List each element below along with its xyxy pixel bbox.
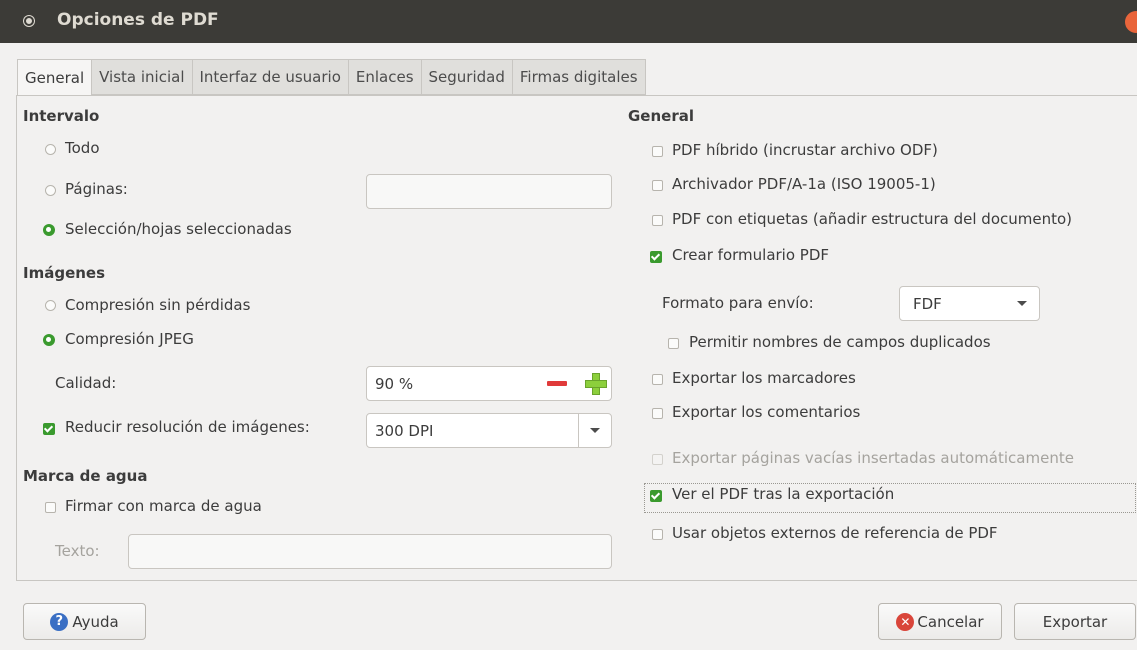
reducir-checkbox[interactable] xyxy=(43,423,55,435)
chevron-down-icon[interactable] xyxy=(1017,301,1027,306)
window-menu-icon[interactable] xyxy=(24,16,34,26)
formato-select[interactable]: FDF xyxy=(899,286,1040,321)
comentarios-checkbox[interactable] xyxy=(652,408,663,419)
intervalo-heading: Intervalo xyxy=(23,107,100,125)
tab-general[interactable]: General xyxy=(17,59,93,96)
increase-icon[interactable] xyxy=(585,373,607,395)
etiquetas-label[interactable]: PDF con etiquetas (añadir estructura del… xyxy=(672,210,1072,228)
seleccion-radio[interactable] xyxy=(43,224,55,236)
tab-enlaces[interactable]: Enlaces xyxy=(348,59,422,95)
jpeg-label[interactable]: Compresión JPEG xyxy=(65,330,194,348)
title-bar: Opciones de PDF xyxy=(0,0,1137,43)
formulario-checkbox[interactable] xyxy=(650,251,662,263)
todo-radio[interactable] xyxy=(45,144,56,155)
tab-firmas-digitales[interactable]: Firmas digitales xyxy=(512,59,646,95)
paginas-vacias-checkbox xyxy=(652,454,663,465)
ver-pdf-checkbox[interactable] xyxy=(650,490,662,502)
marca-heading: Marca de agua xyxy=(23,467,148,485)
referencia-label[interactable]: Usar objetos externos de referencia de P… xyxy=(672,524,998,542)
export-button[interactable]: Exportar xyxy=(1014,603,1136,640)
calidad-label: Calidad: xyxy=(55,374,117,392)
firmar-checkbox[interactable] xyxy=(45,502,56,513)
general-heading: General xyxy=(628,107,694,125)
tab-vista-inicial[interactable]: Vista inicial xyxy=(92,59,193,95)
dpi-select[interactable]: 300 DPI xyxy=(366,413,612,448)
formulario-label[interactable]: Crear formulario PDF xyxy=(672,246,829,264)
calidad-spinbox[interactable]: 90 % xyxy=(366,366,612,401)
paginas-vacias-label: Exportar páginas vacías insertadas autom… xyxy=(672,449,1074,467)
formato-value: FDF xyxy=(913,295,942,313)
reducir-label[interactable]: Reducir resolución de imágenes: xyxy=(65,418,310,436)
duplicados-label[interactable]: Permitir nombres de campos duplicados xyxy=(689,333,991,351)
tab-seguridad[interactable]: Seguridad xyxy=(421,59,513,95)
comentarios-label[interactable]: Exportar los comentarios xyxy=(672,403,860,421)
marcadores-checkbox[interactable] xyxy=(652,374,663,385)
seleccion-label[interactable]: Selección/hojas seleccionadas xyxy=(65,220,292,238)
calidad-value: 90 % xyxy=(375,375,414,393)
paginas-radio[interactable] xyxy=(45,185,56,196)
close-icon[interactable] xyxy=(1125,11,1137,33)
cancel-button-label: Cancelar xyxy=(917,612,984,631)
tab-bar: General Vista inicial Interfaz de usuari… xyxy=(17,59,646,96)
help-button[interactable]: ? Ayuda xyxy=(23,603,146,640)
cancel-button[interactable]: ✕ Cancelar xyxy=(878,603,1002,640)
export-button-label: Exportar xyxy=(1042,612,1108,631)
paginas-input[interactable] xyxy=(366,174,612,209)
firmar-label[interactable]: Firmar con marca de agua xyxy=(65,497,262,515)
marcadores-label[interactable]: Exportar los marcadores xyxy=(672,369,856,387)
dpi-value: 300 DPI xyxy=(375,422,434,440)
todo-label[interactable]: Todo xyxy=(65,139,100,157)
window-title: Opciones de PDF xyxy=(57,10,219,30)
ver-pdf-label[interactable]: Ver el PDF tras la exportación xyxy=(672,485,894,503)
decrease-icon[interactable] xyxy=(547,381,567,386)
imagenes-heading: Imágenes xyxy=(23,264,106,282)
duplicados-checkbox[interactable] xyxy=(668,338,679,349)
referencia-checkbox[interactable] xyxy=(652,529,663,540)
tab-interfaz-de-usuario[interactable]: Interfaz de usuario xyxy=(192,59,349,95)
texto-label: Texto: xyxy=(55,542,100,560)
hibrido-checkbox[interactable] xyxy=(652,146,663,157)
help-button-label: Ayuda xyxy=(72,612,119,631)
archivador-checkbox[interactable] xyxy=(652,180,663,191)
formato-label: Formato para envío: xyxy=(662,294,814,312)
cancel-icon: ✕ xyxy=(896,612,915,631)
chevron-down-icon[interactable] xyxy=(590,428,600,433)
sin-perdidas-label[interactable]: Compresión sin pérdidas xyxy=(65,296,250,314)
dpi-select-separator xyxy=(578,414,579,447)
help-icon: ? xyxy=(50,612,69,631)
paginas-label[interactable]: Páginas: xyxy=(65,180,128,198)
sin-perdidas-radio[interactable] xyxy=(45,300,56,311)
jpeg-radio[interactable] xyxy=(43,334,55,346)
texto-input[interactable] xyxy=(128,534,612,569)
archivador-label[interactable]: Archivador PDF/A-1a (ISO 19005-1) xyxy=(672,175,936,193)
hibrido-label[interactable]: PDF híbrido (incrustar archivo ODF) xyxy=(672,141,938,159)
etiquetas-checkbox[interactable] xyxy=(652,215,663,226)
